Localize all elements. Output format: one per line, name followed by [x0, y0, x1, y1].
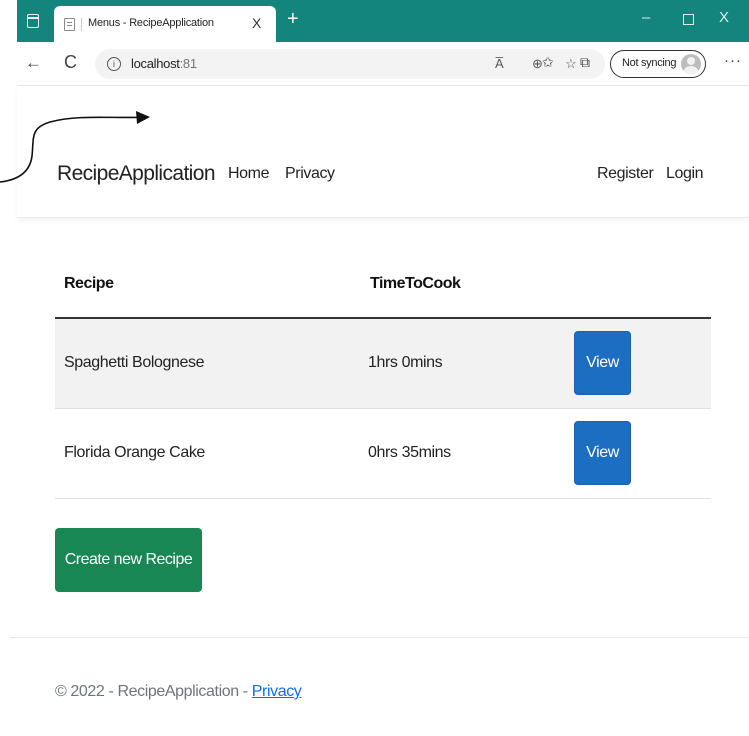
minimize-icon[interactable]: –	[642, 10, 650, 26]
address-url[interactable]: localhost:81	[131, 56, 197, 71]
collections-icon[interactable]: ⧉	[580, 54, 590, 71]
brand-link[interactable]: RecipeApplication	[57, 162, 216, 186]
add-favorite-icon[interactable]: ☆	[565, 56, 577, 72]
nav-register-link[interactable]: Register	[597, 165, 654, 183]
table-row: Spaghetti Bolognese 1hrs 0mins View	[55, 319, 711, 409]
site-navbar: RecipeApplication Home Privacy Register …	[17, 86, 749, 218]
address-port: :81	[179, 56, 197, 71]
view-recipe-button[interactable]: View	[574, 421, 631, 485]
tab-divider	[81, 18, 82, 31]
footer-divider	[10, 637, 749, 638]
reload-icon[interactable]: C	[64, 52, 77, 73]
footer-text: © 2022 - RecipeApplication -	[55, 683, 252, 700]
profile-sync-button[interactable]: Not syncing	[610, 50, 706, 78]
page-favicon-icon	[64, 18, 75, 31]
sync-label: Not syncing	[622, 57, 677, 69]
footer-privacy-link[interactable]: Privacy	[252, 683, 302, 700]
avatar-icon	[681, 54, 701, 74]
address-bar[interactable]: i localhost:81 A̅ ⊕ ☆	[95, 49, 605, 79]
tab-close-icon[interactable]: X	[252, 15, 261, 31]
new-tab-icon[interactable]: +	[287, 9, 299, 29]
back-arrow-icon[interactable]: ←	[25, 53, 42, 73]
recipe-time: 1hrs 0mins	[368, 354, 443, 371]
column-header-time-to-cook: TimeToCook	[370, 275, 461, 292]
nav-login-link[interactable]: Login	[666, 165, 704, 183]
create-recipe-button[interactable]: Create new Recipe	[55, 528, 202, 592]
tab-title: Menus - RecipeApplication	[88, 17, 214, 29]
nav-home-link[interactable]: Home	[228, 165, 269, 183]
address-host: localhost	[131, 56, 180, 71]
read-aloud-icon[interactable]: A̅	[495, 56, 504, 71]
more-options-icon[interactable]: ···	[724, 52, 742, 69]
table-row: Florida Orange Cake 0hrs 35mins View	[55, 409, 711, 499]
recipe-name: Spaghetti Bolognese	[64, 354, 205, 371]
browser-tab[interactable]: Menus - RecipeApplication X	[54, 6, 276, 42]
nav-privacy-link[interactable]: Privacy	[285, 165, 335, 183]
window-menu-icon[interactable]	[27, 14, 39, 28]
close-window-icon[interactable]: X	[719, 10, 729, 26]
recipe-time: 0hrs 35mins	[368, 444, 451, 461]
view-recipe-button[interactable]: View	[574, 331, 631, 395]
site-info-icon[interactable]: i	[107, 57, 121, 71]
maximize-icon[interactable]	[683, 14, 694, 25]
browser-title-bar: Menus - RecipeApplication X + – X	[17, 0, 749, 42]
recipe-name: Florida Orange Cake	[64, 444, 205, 461]
favorites-icon[interactable]: ✩	[542, 54, 554, 71]
column-header-recipe: Recipe	[64, 275, 114, 292]
page-footer: © 2022 - RecipeApplication - Privacy	[55, 683, 302, 701]
browser-toolbar: ← C i localhost:81 A̅ ⊕ ☆ ✩ ⧉ Not syncin…	[17, 42, 749, 86]
